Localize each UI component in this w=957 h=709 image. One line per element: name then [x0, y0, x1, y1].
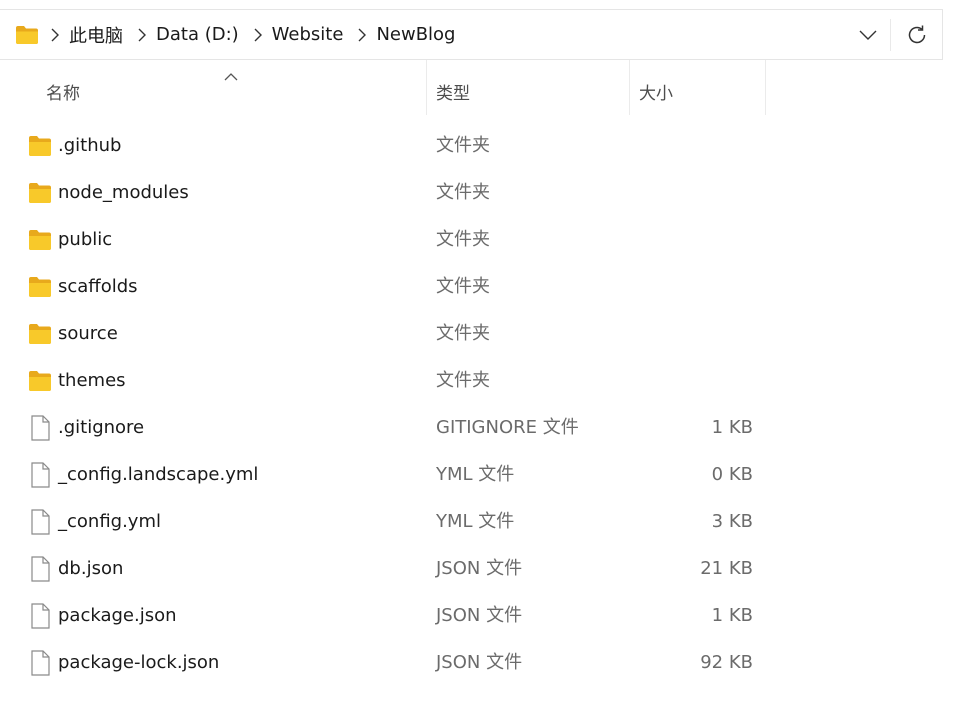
file-icon: [31, 462, 50, 488]
file-name: .github: [58, 135, 122, 156]
file-name: scaffolds: [58, 276, 138, 297]
file-size: [640, 310, 753, 357]
file-size: 0 KB: [711, 464, 753, 485]
file-type: GITIGNORE 文件: [436, 417, 579, 438]
file-size: 21 KB: [700, 558, 753, 579]
column-header-row: 名称 类型 大小: [0, 60, 957, 115]
chevron-right-icon[interactable]: [44, 25, 66, 45]
file-list-item[interactable]: public 文件夹: [0, 216, 957, 263]
file-type: 文件夹: [436, 323, 490, 344]
chevron-right-icon[interactable]: [247, 25, 269, 45]
folder-icon: [29, 183, 51, 203]
breadcrumb-item[interactable]: 此电脑: [69, 22, 123, 48]
file-name: package-lock.json: [58, 652, 220, 673]
folder-icon: [29, 324, 51, 344]
column-header-size[interactable]: 大小: [629, 60, 766, 115]
file-list-item[interactable]: package.json JSON 文件 1 KB: [0, 592, 957, 639]
file-name: themes: [58, 370, 126, 391]
column-header-type-label: 类型: [436, 84, 470, 104]
file-list-item[interactable]: node_modules 文件夹: [0, 169, 957, 216]
file-list-item[interactable]: db.json JSON 文件 21 KB: [0, 545, 957, 592]
file-list-item[interactable]: package-lock.json JSON 文件 92 KB: [0, 639, 957, 686]
file-type: 文件夹: [436, 370, 490, 391]
file-size: [640, 216, 753, 263]
column-header-size-label: 大小: [639, 84, 673, 104]
breadcrumb-item[interactable]: Data (D:): [156, 24, 239, 45]
folder-icon: [16, 26, 38, 44]
breadcrumb-item[interactable]: Website: [272, 24, 344, 45]
file-type: YML 文件: [436, 464, 515, 485]
folder-icon: [29, 277, 51, 297]
file-type: JSON 文件: [436, 558, 523, 579]
file-name: _config.landscape.yml: [58, 464, 259, 485]
file-name: _config.yml: [58, 511, 161, 532]
file-size: [640, 169, 753, 216]
file-size: [640, 122, 753, 169]
file-size: 1 KB: [711, 605, 753, 626]
file-name: .gitignore: [58, 417, 145, 438]
file-list-item[interactable]: _config.yml YML 文件 3 KB: [0, 498, 957, 545]
address-bar-divider: [890, 19, 891, 51]
chevron-right-icon[interactable]: [131, 25, 153, 45]
column-header-type[interactable]: 类型: [426, 60, 630, 115]
breadcrumb-item[interactable]: NewBlog: [376, 24, 455, 45]
file-icon: [31, 556, 50, 582]
file-list: .github 文件夹 node_modules 文件夹 public 文件夹 scaffo…: [0, 122, 957, 686]
file-list-item[interactable]: .gitignore GITIGNORE 文件 1 KB: [0, 404, 957, 451]
file-size: 92 KB: [700, 652, 753, 673]
folder-icon: [29, 230, 51, 250]
folder-icon: [29, 136, 51, 156]
file-type: YML 文件: [436, 511, 515, 532]
file-list-item[interactable]: source 文件夹: [0, 310, 957, 357]
address-bar[interactable]: 此电脑 Data (D:) Website NewBlog: [0, 9, 943, 60]
column-header-name-label: 名称: [46, 84, 80, 104]
file-type: JSON 文件: [436, 652, 523, 673]
file-type: 文件夹: [436, 135, 490, 156]
file-name: db.json: [58, 558, 124, 579]
file-list-item[interactable]: scaffolds 文件夹: [0, 263, 957, 310]
file-icon: [31, 650, 50, 676]
file-list-item[interactable]: themes 文件夹: [0, 357, 957, 404]
file-icon: [31, 509, 50, 535]
file-type: 文件夹: [436, 182, 490, 203]
file-icon: [31, 603, 50, 629]
file-size: [640, 357, 753, 404]
file-name: source: [58, 323, 118, 344]
file-name: public: [58, 229, 113, 250]
chevron-down-icon[interactable]: [858, 26, 878, 44]
breadcrumb: 此电脑 Data (D:) Website NewBlog: [44, 10, 464, 59]
column-header-name[interactable]: 名称: [0, 60, 426, 115]
chevron-right-icon[interactable]: [351, 25, 373, 45]
file-type: 文件夹: [436, 229, 490, 250]
file-type: JSON 文件: [436, 605, 523, 626]
file-size: 3 KB: [711, 511, 753, 532]
file-name: node_modules: [58, 182, 189, 203]
refresh-icon[interactable]: [905, 23, 929, 47]
file-list-item[interactable]: _config.landscape.yml YML 文件 0 KB: [0, 451, 957, 498]
file-list-item[interactable]: .github 文件夹: [0, 122, 957, 169]
file-icon: [31, 415, 50, 441]
folder-icon: [29, 371, 51, 391]
file-size: 1 KB: [711, 417, 753, 438]
file-name: package.json: [58, 605, 177, 626]
file-type: 文件夹: [436, 276, 490, 297]
file-size: [640, 263, 753, 310]
